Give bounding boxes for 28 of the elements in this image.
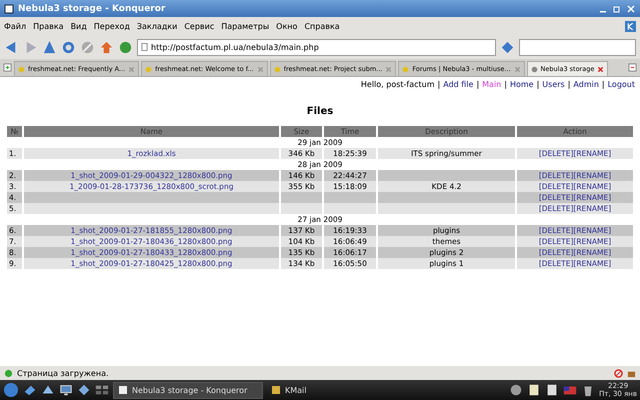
menu-item[interactable]: Сервис <box>184 22 214 30</box>
separator-text: | <box>504 80 507 89</box>
separator-text: | <box>476 80 480 89</box>
menu-item[interactable]: Закладки <box>136 22 178 30</box>
page-heading: Files <box>306 106 334 117</box>
address-field[interactable]: http://postfactum.pl.ua/nebula3/main.php <box>137 38 496 56</box>
menu-item[interactable]: Справка <box>304 22 340 30</box>
menu-item[interactable]: Вид <box>70 22 87 30</box>
separator-text: | <box>536 80 540 89</box>
taskbar-window[interactable]: KMail <box>267 382 417 398</box>
menu-item[interactable]: Файл <box>4 22 26 30</box>
menu-item[interactable]: Окно <box>276 22 298 30</box>
nav-link[interactable]: Main <box>482 80 502 89</box>
greeting-text: Hello, post-factum <box>360 80 435 89</box>
nav-link[interactable]: Add file <box>443 80 474 89</box>
taskbar-window[interactable]: Nebula3 storage - Konqueror <box>113 382 263 398</box>
nav-link[interactable]: Logout <box>608 80 635 89</box>
menu-item[interactable]: Переход <box>94 22 130 30</box>
window-title: Nebula3 storage - Konqueror <box>18 4 166 14</box>
status-text: Страница загружена. <box>17 368 109 378</box>
nav-link[interactable]: Home <box>510 80 534 89</box>
menu-item[interactable]: Параметры <box>221 22 270 30</box>
menu-item[interactable]: Правка <box>33 22 64 30</box>
nav-link[interactable]: Users <box>542 80 565 89</box>
separator-text: | <box>568 80 570 89</box>
separator-text: | <box>438 80 440 89</box>
separator-text: | <box>602 80 605 89</box>
nav-link[interactable]: Admin <box>573 80 599 89</box>
